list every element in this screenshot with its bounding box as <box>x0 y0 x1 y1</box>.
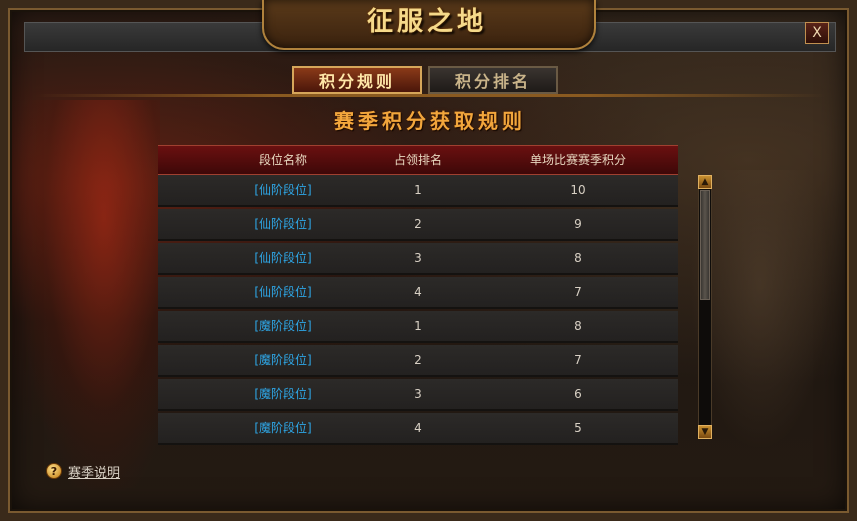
occupy-rank-cell: 1 <box>414 183 422 197</box>
tab-score-rules[interactable]: 积分规则 <box>292 66 422 94</box>
section-title: 赛季积分获取规则 <box>334 109 526 133</box>
question-icon: ? <box>46 463 62 479</box>
table-header: 段位名称 占领排名 单场比赛赛季积分 <box>158 145 678 175</box>
season-points-cell: 6 <box>574 387 582 401</box>
season-points-cell: 9 <box>574 217 582 231</box>
season-points-cell: 8 <box>574 251 582 265</box>
table-row: [魔阶段位] 4 5 <box>158 413 678 445</box>
header-occupy-rank: 占领排名 <box>393 153 442 167</box>
tab-divider <box>36 94 826 97</box>
season-points-cell: 10 <box>570 183 586 197</box>
season-points-cell: 7 <box>574 285 582 299</box>
season-points-cell: 5 <box>574 421 582 435</box>
table-row: [仙阶段位] 1 10 <box>158 175 678 207</box>
table-row: [魔阶段位] 3 6 <box>158 379 678 411</box>
table-row: [仙阶段位] 4 7 <box>158 277 678 309</box>
occupy-rank-cell: 4 <box>414 421 422 435</box>
season-help-label: 赛季说明 <box>68 465 121 481</box>
occupy-rank-cell: 1 <box>414 319 422 333</box>
close-button[interactable]: X <box>805 22 829 44</box>
table-row: [仙阶段位] 2 9 <box>158 209 678 241</box>
table-row: [仙阶段位] 3 8 <box>158 243 678 275</box>
occupy-rank-cell: 3 <box>414 251 422 265</box>
arrow-down-icon[interactable]: ▼ <box>698 425 712 439</box>
tab-score-ranking[interactable]: 积分排名 <box>428 66 558 94</box>
dialog-title: 征服之地 <box>366 7 487 37</box>
season-points-cell: 8 <box>574 319 582 333</box>
scrollbar-thumb[interactable] <box>700 190 710 300</box>
occupy-rank-cell: 4 <box>414 285 422 299</box>
season-points-cell: 7 <box>574 353 582 367</box>
rules-table: 段位名称 占领排名 单场比赛赛季积分 [仙阶段位] 1 10 [仙阶段位] 2 9 [仙阶段… <box>158 145 678 445</box>
season-help-link[interactable]: ? 赛季说明 <box>46 462 121 481</box>
header-season-points: 单场比赛赛季积分 <box>529 153 626 167</box>
occupy-rank-cell: 3 <box>414 387 422 401</box>
occupy-rank-cell: 2 <box>414 353 422 367</box>
table-row: [魔阶段位] 2 7 <box>158 345 678 377</box>
arrow-up-icon[interactable]: ▲ <box>698 175 712 189</box>
table-row: [魔阶段位] 1 8 <box>158 311 678 343</box>
occupy-rank-cell: 2 <box>414 217 422 231</box>
